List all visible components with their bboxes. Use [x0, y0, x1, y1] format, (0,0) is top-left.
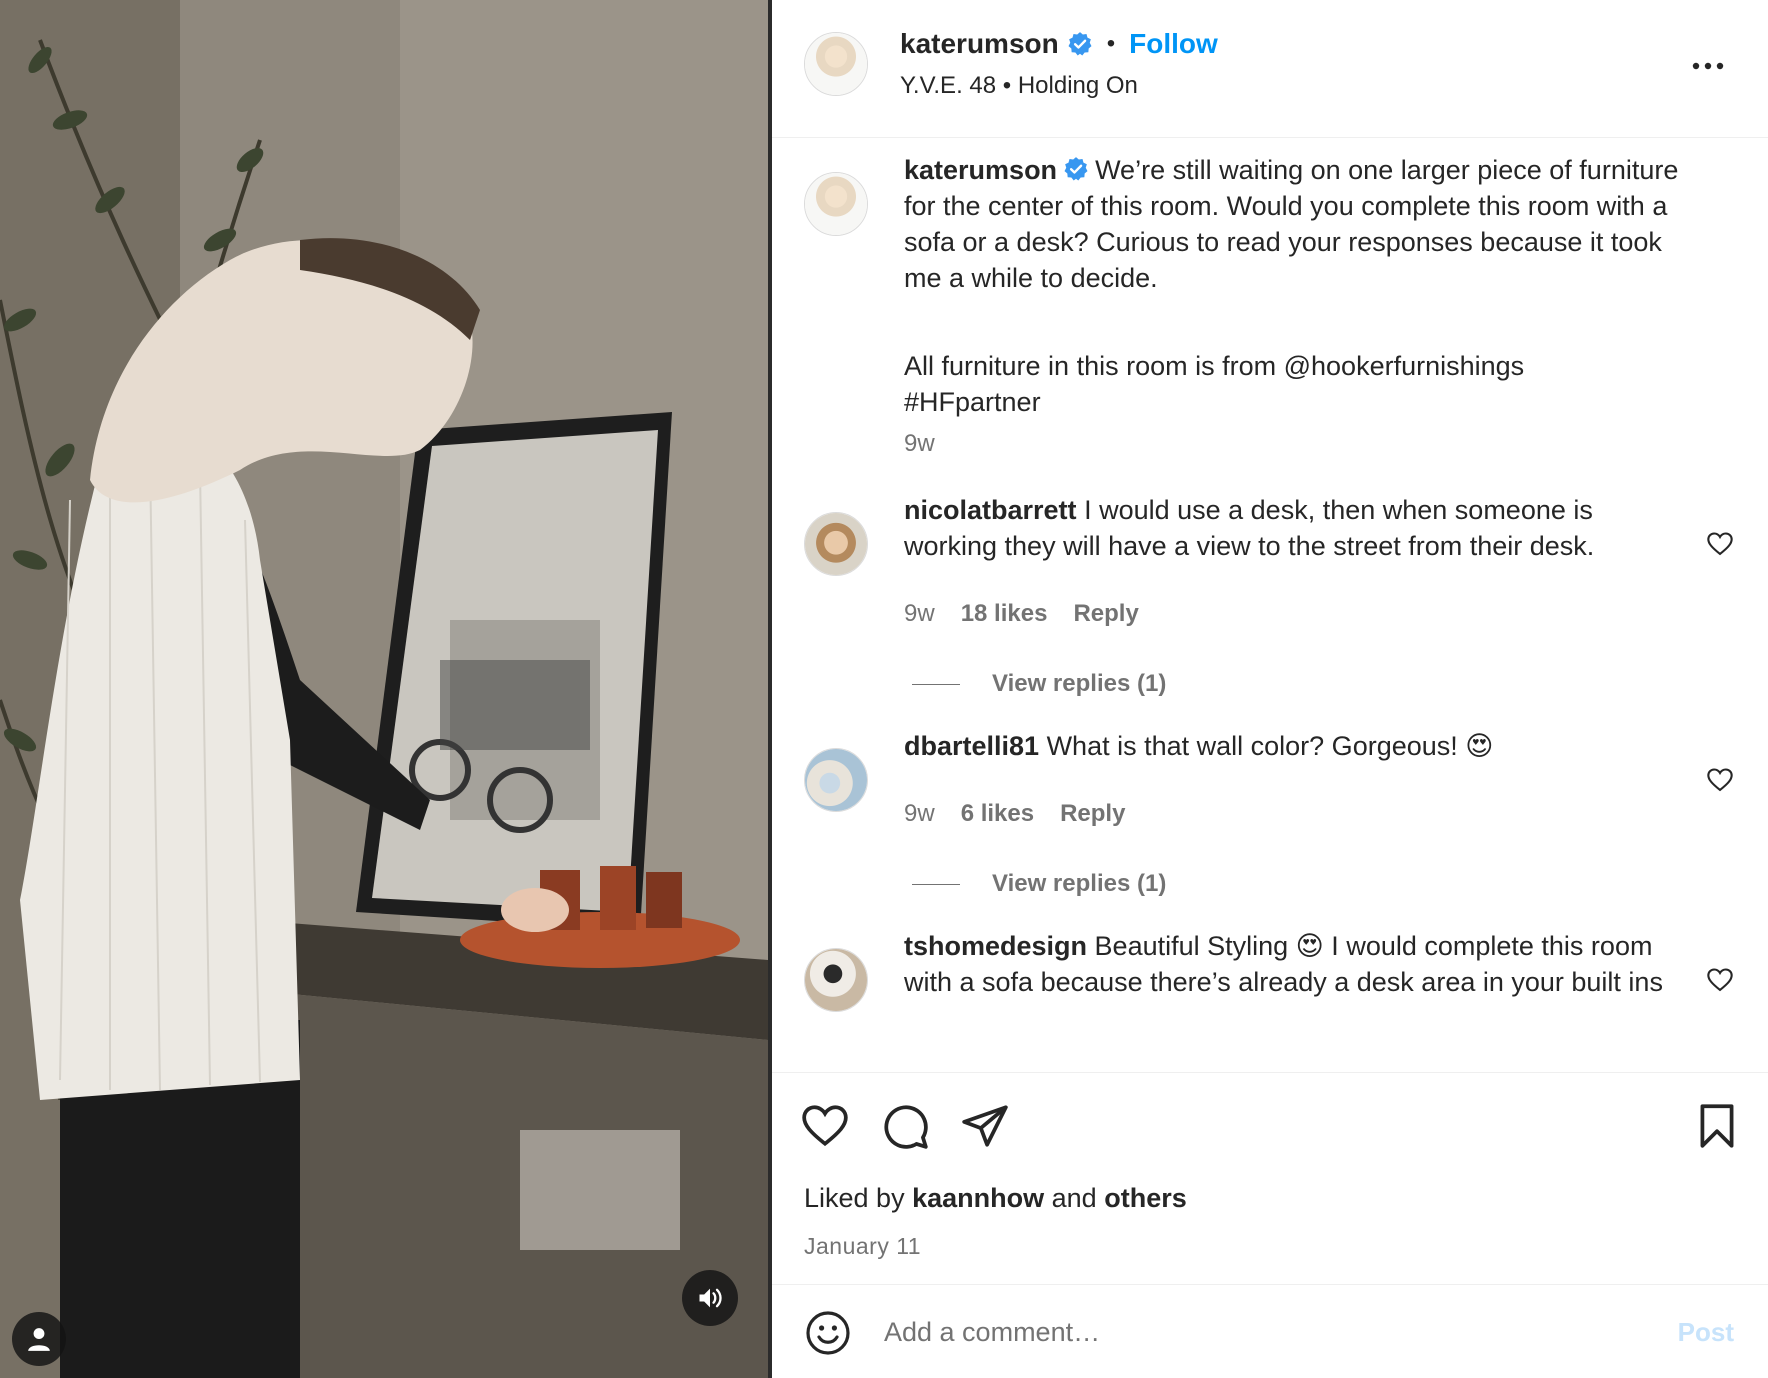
audio-track[interactable]: Y.V.E. 48 • Holding On: [900, 72, 1138, 100]
avatar[interactable]: [804, 512, 868, 576]
view-replies-label: View replies (1): [992, 870, 1167, 897]
comment-input[interactable]: [884, 1307, 1624, 1357]
comments-list[interactable]: katerumson We’re still waiting on one la…: [772, 140, 1768, 1070]
reply-button[interactable]: Reply: [1060, 800, 1125, 828]
post-photo: [0, 0, 768, 1378]
replies-divider-line: [912, 683, 960, 685]
avatar[interactable]: [804, 748, 868, 812]
comment-username[interactable]: nicolatbarrett: [904, 495, 1077, 525]
caption-time: 9w: [904, 430, 935, 457]
comment-icon[interactable]: [880, 1101, 930, 1151]
comment-username[interactable]: tshomedesign: [904, 931, 1087, 961]
follow-button[interactable]: Follow: [1129, 28, 1218, 60]
emoji-icon[interactable]: [804, 1309, 852, 1357]
comment-text-block: tshomedesign Beautiful Styling 😍 I would…: [904, 928, 1684, 1000]
avatar[interactable]: [804, 32, 868, 96]
share-icon[interactable]: [960, 1101, 1010, 1151]
caption-text-block: katerumson We’re still waiting on one la…: [904, 152, 1694, 296]
verified-icon: [1064, 157, 1088, 181]
separator-dot: •: [1106, 30, 1116, 57]
caption-username[interactable]: katerumson: [904, 155, 1057, 185]
liked-by: Liked by kaannhow and others: [804, 1183, 1187, 1214]
avatar[interactable]: [804, 948, 868, 1012]
post-date[interactable]: January 11: [804, 1233, 921, 1260]
view-replies-label: View replies (1): [992, 670, 1167, 697]
replies-divider-line: [912, 883, 960, 885]
verified-icon: [1068, 32, 1092, 56]
like-comment-heart-icon[interactable]: [1706, 966, 1734, 994]
reply-button[interactable]: Reply: [1073, 600, 1138, 628]
post-comment-button[interactable]: Post: [1678, 1317, 1734, 1348]
sound-toggle-button[interactable]: [682, 1270, 738, 1326]
like-comment-heart-icon[interactable]: [1706, 766, 1734, 794]
liked-by-others[interactable]: others: [1104, 1183, 1187, 1213]
post-panel: katerumson • Follow Y.V.E. 48 • Holding …: [772, 0, 1768, 1378]
caption-meta: 9w: [904, 430, 935, 458]
view-replies-button[interactable]: View replies (1): [912, 870, 1166, 898]
more-icon: [1692, 62, 1724, 70]
heart-icon[interactable]: [800, 1101, 850, 1151]
add-comment-bar: Post: [772, 1284, 1768, 1378]
comment-meta: 9w 18 likes Reply: [904, 600, 1139, 628]
view-replies-button[interactable]: View replies (1): [912, 670, 1166, 698]
comment-time: 9w: [904, 600, 935, 627]
comment-likes[interactable]: 6 likes: [961, 800, 1034, 828]
avatar[interactable]: [804, 172, 868, 236]
caption-text-2: All furniture in this room is from @hook…: [904, 351, 1525, 417]
sound-icon: [699, 1288, 722, 1308]
comment-meta: 9w 6 likes Reply: [904, 800, 1125, 828]
liked-by-and: and: [1051, 1183, 1097, 1213]
comment-likes[interactable]: 18 likes: [961, 600, 1048, 628]
author-username[interactable]: katerumson: [900, 28, 1059, 60]
user-icon: [28, 1328, 50, 1351]
tagged-user-button[interactable]: [12, 1312, 66, 1366]
post-actions: Liked by kaannhow and others January 11: [772, 1072, 1768, 1282]
post-media[interactable]: [0, 0, 768, 1378]
liked-by-user[interactable]: kaannhow: [912, 1183, 1044, 1213]
comment-text-block: nicolatbarrett I would use a desk, then …: [904, 492, 1664, 564]
more-options-button[interactable]: [1684, 46, 1732, 86]
liked-by-prefix: Liked by: [804, 1183, 905, 1213]
comment-text: What is that wall color? Gorgeous! 😍: [1046, 731, 1494, 761]
comment-time: 9w: [904, 800, 935, 827]
like-comment-heart-icon[interactable]: [1706, 530, 1734, 558]
post-header: katerumson • Follow Y.V.E. 48 • Holding …: [772, 0, 1768, 138]
bookmark-icon[interactable]: [1692, 1101, 1742, 1151]
comment-text-block: dbartelli81 What is that wall color? Gor…: [904, 728, 1664, 764]
comment-username[interactable]: dbartelli81: [904, 731, 1039, 761]
